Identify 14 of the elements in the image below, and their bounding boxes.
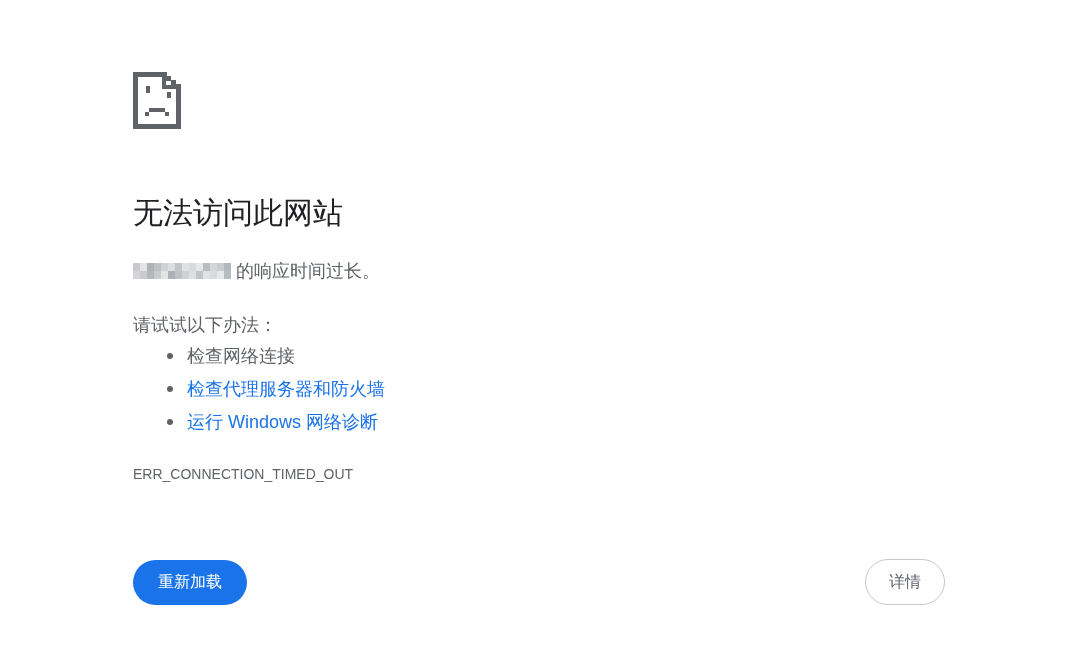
suggestion-link[interactable]: 运行 Windows 网络诊断	[187, 409, 379, 434]
reload-button[interactable]: 重新加载	[133, 559, 247, 605]
suggestion-link[interactable]: 检查代理服务器和防火墙	[187, 376, 385, 401]
error-message: 的响应时间过长。	[236, 260, 380, 283]
suggestion-text: 检查网络连接	[187, 344, 295, 368]
sad-document-icon	[133, 72, 181, 129]
bullet-icon	[167, 385, 173, 392]
bullet-icon	[167, 418, 173, 425]
error-heading: 无法访问此网站	[133, 195, 343, 231]
pixelated-redaction-icon	[133, 263, 231, 279]
bullet-icon	[167, 352, 173, 359]
suggestions-intro: 请试试以下办法：	[133, 314, 277, 337]
error-code: ERR_CONNECTION_TIMED_OUT	[133, 465, 354, 483]
details-button[interactable]: 详情	[865, 559, 945, 605]
